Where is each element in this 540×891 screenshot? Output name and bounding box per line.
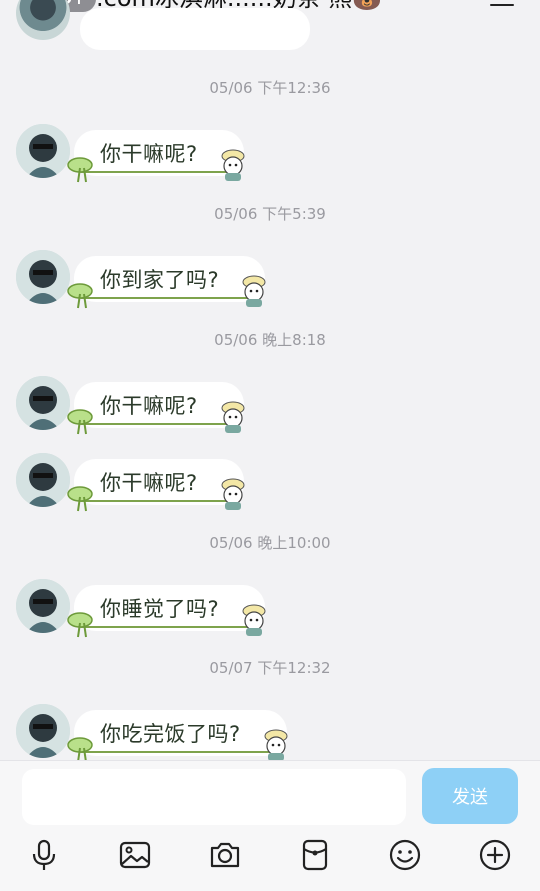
message-bubble[interactable]: 你到家了吗? (67, 256, 266, 309)
message-bubble[interactable]: 你吃完饭了吗? (67, 710, 288, 760)
avatar[interactable] (16, 376, 70, 430)
message-text: 你干嘛呢? (100, 471, 198, 495)
avatar[interactable] (16, 453, 70, 507)
bubble-underline (80, 423, 234, 425)
character-sticker-icon (221, 478, 245, 510)
image-icon[interactable] (117, 837, 153, 873)
avatar[interactable] (16, 704, 70, 758)
message-bubble[interactable]: 你干嘛呢? (67, 459, 245, 512)
leaf-decoration-icon (67, 409, 93, 435)
send-button[interactable]: 发送 (422, 768, 518, 824)
message-bubble[interactable] (80, 8, 310, 50)
character-sticker-icon (221, 401, 245, 433)
message-text: 你吃完饭了吗? (100, 722, 241, 746)
message-bubble[interactable]: 你干嘛呢? (67, 382, 245, 435)
red-packet-icon[interactable] (297, 837, 333, 873)
message-text: 你睡觉了吗? (100, 597, 220, 621)
plus-icon[interactable] (477, 837, 513, 873)
message-input[interactable] (22, 769, 406, 825)
avatar[interactable] (16, 250, 70, 304)
camera-icon[interactable] (207, 837, 243, 873)
message-bubble[interactable]: 你干嘛呢? (67, 130, 245, 183)
message-timestamp: 05/07 下午12:32 (209, 659, 331, 677)
message-text: 你干嘛呢? (100, 142, 198, 166)
avatar[interactable] (16, 0, 70, 40)
chat-message-list[interactable]: 05/06 下午12:36 你干嘛呢? 05/06 下午5:39 你到家了吗? … (0, 0, 540, 760)
emoji-icon[interactable] (387, 837, 423, 873)
message-text: 你干嘛呢? (100, 394, 198, 418)
character-sticker-icon (264, 729, 288, 760)
character-sticker-icon (242, 275, 266, 307)
bubble-underline (80, 500, 234, 502)
leaf-decoration-icon (67, 612, 93, 638)
message-timestamp: 05/06 下午5:39 (214, 205, 326, 223)
leaf-decoration-icon (67, 486, 93, 512)
message-timestamp: 05/06 下午12:36 (209, 79, 331, 97)
avatar[interactable] (16, 124, 70, 178)
message-timestamp: 05/06 晚上10:00 (209, 534, 331, 552)
composer-bar: 发送 (0, 760, 540, 891)
character-sticker-icon (221, 149, 245, 181)
leaf-decoration-icon (67, 157, 93, 183)
message-bubble[interactable]: 你睡觉了吗? (67, 585, 266, 638)
message-text: 你到家了吗? (100, 268, 220, 292)
message-timestamp: 05/06 晚上8:18 (214, 331, 326, 349)
character-sticker-icon (242, 604, 266, 636)
bubble-underline (80, 626, 256, 628)
avatar[interactable] (16, 579, 70, 633)
bubble-underline (80, 751, 277, 753)
bubble-underline (80, 297, 256, 299)
bubble-underline (80, 171, 234, 173)
leaf-decoration-icon (67, 737, 93, 760)
leaf-decoration-icon (67, 283, 93, 309)
microphone-icon[interactable] (26, 837, 62, 873)
